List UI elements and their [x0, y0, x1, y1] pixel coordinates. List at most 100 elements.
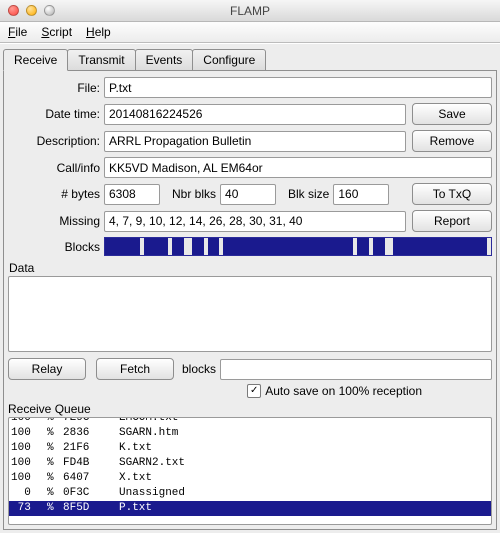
tabbar: Receive Transmit Events Configure — [3, 47, 497, 71]
missing-field[interactable]: 4, 7, 9, 10, 12, 14, 26, 28, 30, 31, 40 — [104, 211, 406, 232]
queue-cell: % — [47, 417, 63, 426]
maximize-icon[interactable] — [44, 5, 55, 16]
queue-row[interactable]: 100%7E9CEMCOM.txt — [9, 417, 491, 426]
menu-script[interactable]: Script — [41, 25, 72, 39]
queue-cell: 21F6 — [63, 441, 119, 456]
to-txq-button[interactable]: To TxQ — [412, 183, 492, 205]
queue-cell: 6407 — [63, 471, 119, 486]
block-5 — [144, 238, 156, 255]
titlebar: FLAMP — [0, 0, 500, 22]
tab-events[interactable]: Events — [135, 49, 194, 71]
tab-configure[interactable]: Configure — [192, 49, 266, 71]
nbrblks-field[interactable]: 40 — [220, 184, 276, 205]
block-34 — [416, 238, 428, 255]
window-controls — [8, 5, 55, 16]
receive-queue[interactable]: 100%7E9CEMCOM.txt100%2836SGARN.htm100%21… — [8, 417, 492, 525]
queue-cell: 0 — [11, 486, 47, 501]
queue-cell: % — [47, 471, 63, 486]
label-bytes: # bytes — [8, 187, 100, 201]
tab-content: File: P.txt Date time: 20140816224526 Sa… — [3, 71, 497, 530]
queue-row[interactable]: 100%6407X.txt — [9, 471, 491, 486]
autosave-checkbox[interactable]: ✓ — [247, 384, 261, 398]
fetch-button[interactable]: Fetch — [96, 358, 174, 380]
queue-cell: 0F3C — [63, 486, 119, 501]
queue-cell: Unassigned — [119, 486, 489, 501]
data-textarea[interactable] — [8, 276, 492, 352]
block-24 — [330, 238, 342, 255]
queue-cell: 8F5D — [63, 501, 119, 516]
blocks-input[interactable] — [220, 359, 492, 380]
tab-transmit[interactable]: Transmit — [67, 49, 135, 71]
queue-cell: 100 — [11, 426, 47, 441]
label-datetime: Date time: — [8, 107, 100, 121]
block-33 — [405, 238, 417, 255]
label-file: File: — [8, 81, 100, 95]
blocks-strip — [104, 237, 492, 256]
block-39 — [475, 238, 487, 255]
queue-row[interactable]: 0%0F3CUnassigned — [9, 486, 491, 501]
block-40 — [487, 238, 491, 255]
report-button[interactable]: Report — [412, 210, 492, 232]
file-field[interactable]: P.txt — [104, 77, 492, 98]
block-19 — [271, 238, 283, 255]
minimize-icon[interactable] — [26, 5, 37, 16]
callinfo-field[interactable]: KK5VD Madison, AL EM64or — [104, 157, 492, 178]
label-receive-queue: Receive Queue — [8, 402, 492, 416]
relay-button[interactable]: Relay — [8, 358, 86, 380]
queue-cell: SGARN.htm — [119, 426, 489, 441]
block-17 — [247, 238, 259, 255]
block-21 — [294, 238, 306, 255]
block-1 — [105, 238, 117, 255]
queue-cell: EMCOM.txt — [119, 417, 489, 426]
queue-cell: P.txt — [119, 501, 489, 516]
queue-cell: K.txt — [119, 441, 489, 456]
menubar: File Script Help — [0, 22, 500, 43]
queue-cell: X.txt — [119, 471, 489, 486]
queue-row[interactable]: 73%8F5DP.txt — [9, 501, 491, 516]
block-22 — [306, 238, 318, 255]
block-2 — [117, 238, 129, 255]
window-title: FLAMP — [0, 4, 500, 18]
queue-row[interactable]: 100%2836SGARN.htm — [9, 426, 491, 441]
label-blocks: Blocks — [8, 240, 100, 254]
close-icon[interactable] — [8, 5, 19, 16]
label-callinfo: Call/info — [8, 161, 100, 175]
block-37 — [452, 238, 464, 255]
datetime-field[interactable]: 20140816224526 — [104, 104, 406, 125]
block-35 — [428, 238, 440, 255]
remove-button[interactable]: Remove — [412, 130, 492, 152]
queue-cell: 100 — [11, 471, 47, 486]
queue-cell: 100 — [11, 417, 47, 426]
label-nbrblks: Nbr blks — [172, 187, 216, 201]
block-25 — [341, 238, 353, 255]
queue-cell: 100 — [11, 441, 47, 456]
block-6 — [156, 238, 168, 255]
queue-cell: FD4B — [63, 456, 119, 471]
blksize-field[interactable]: 160 — [333, 184, 389, 205]
block-15 — [223, 238, 235, 255]
block-27 — [357, 238, 369, 255]
block-23 — [318, 238, 330, 255]
queue-row[interactable]: 100%21F6K.txt — [9, 441, 491, 456]
block-11 — [192, 238, 204, 255]
queue-cell: 73 — [11, 501, 47, 516]
queue-cell: SGARN2.txt — [119, 456, 489, 471]
block-8 — [172, 238, 184, 255]
save-button[interactable]: Save — [412, 103, 492, 125]
menu-help[interactable]: Help — [86, 25, 111, 39]
label-missing: Missing — [8, 214, 100, 228]
block-29 — [373, 238, 385, 255]
tab-receive[interactable]: Receive — [3, 49, 68, 71]
queue-cell: 2836 — [63, 426, 119, 441]
label-blksize: Blk size — [288, 187, 329, 201]
queue-cell: % — [47, 486, 63, 501]
queue-cell: % — [47, 501, 63, 516]
queue-cell: 100 — [11, 456, 47, 471]
queue-cell: % — [47, 441, 63, 456]
block-38 — [464, 238, 476, 255]
description-field[interactable]: ARRL Propagation Bulletin — [104, 131, 406, 152]
menu-file[interactable]: File — [8, 25, 27, 39]
queue-cell: % — [47, 426, 63, 441]
bytes-field[interactable]: 6308 — [104, 184, 160, 205]
queue-row[interactable]: 100%FD4BSGARN2.txt — [9, 456, 491, 471]
